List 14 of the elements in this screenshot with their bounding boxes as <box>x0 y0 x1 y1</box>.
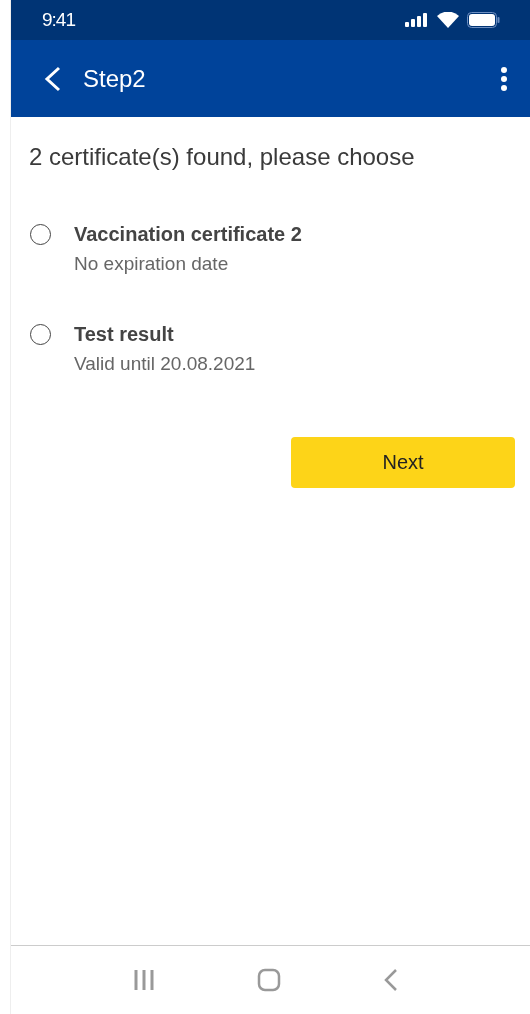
option-subtitle: No expiration date <box>74 252 230 276</box>
option-title: Vaccination certificate 2 <box>74 222 302 247</box>
option-subtitle: Valid until 20.08.2021 <box>74 352 256 376</box>
home-icon[interactable] <box>257 968 282 992</box>
screen-title: Step2 <box>83 64 147 93</box>
more-options-icon[interactable] <box>500 66 508 91</box>
back-icon[interactable] <box>43 65 63 92</box>
heading: 2 certificate(s) found, please choose <box>29 143 416 172</box>
status-time: 9:41 <box>42 9 75 31</box>
next-button[interactable]: Next <box>291 437 515 488</box>
signal-icon <box>405 13 429 27</box>
option-title: Test result <box>74 322 175 347</box>
battery-icon <box>467 12 500 28</box>
wifi-icon <box>437 12 459 28</box>
